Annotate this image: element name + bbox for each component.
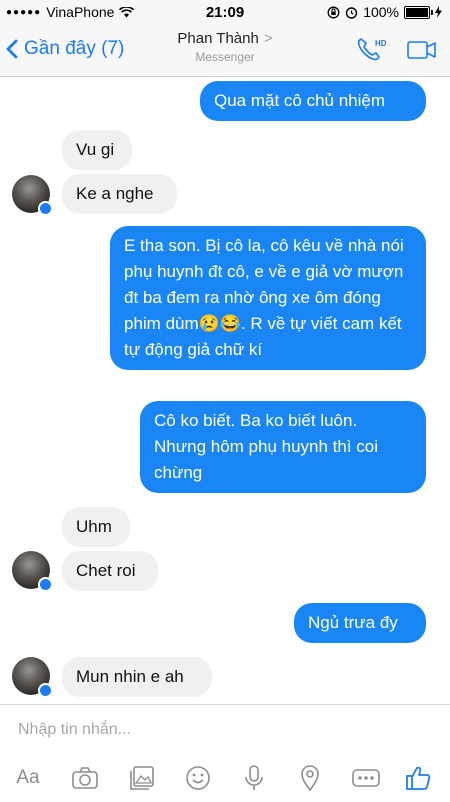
composer: Nhập tin nhắn... Aa <box>0 704 450 802</box>
like-icon[interactable] <box>402 763 434 793</box>
message-bubble-incoming[interactable]: Chet roi <box>62 551 158 591</box>
message-bubble-outgoing[interactable]: Ngủ trưa đy <box>294 603 426 643</box>
location-icon[interactable] <box>294 763 326 793</box>
sticker-icon[interactable] <box>182 763 214 793</box>
battery-icon <box>404 5 433 19</box>
chevron-right-icon: > <box>263 30 273 47</box>
contact-name: Phan Thành <box>177 30 259 47</box>
photo-icon[interactable] <box>126 763 158 793</box>
more-icon[interactable] <box>350 763 382 793</box>
composer-toolbar: Aa <box>0 759 450 799</box>
battery-percent: 100% <box>363 4 399 20</box>
message-input[interactable]: Nhập tin nhắn... <box>18 721 131 739</box>
message-bubble-incoming[interactable]: Mun nhin e ah <box>62 657 212 697</box>
message-bubble-incoming[interactable]: Vu gi <box>62 130 132 170</box>
message-bubble-outgoing[interactable]: E tha son. Bị cô la, cô kêu về nhà nói p… <box>110 226 426 370</box>
charging-icon <box>435 6 442 18</box>
conversation-header: Gần đây (7) Phan Thành > Messenger HD <box>0 24 450 77</box>
text-format-icon[interactable]: Aa <box>12 763 44 793</box>
message-bubble-incoming[interactable]: Ke a nghe <box>62 174 177 214</box>
messenger-badge-icon <box>38 201 53 216</box>
rotation-lock-icon <box>327 6 340 18</box>
camera-icon[interactable] <box>69 763 101 793</box>
message-list[interactable]: Qua mặt cô chủ nhiệm Vu gi Ke a nghe E t… <box>0 77 450 704</box>
message-bubble-outgoing[interactable]: Qua mặt cô chủ nhiệm <box>200 81 426 121</box>
alarm-icon <box>345 6 358 19</box>
messenger-badge-icon <box>38 577 53 592</box>
avatar[interactable] <box>12 551 53 592</box>
message-bubble-incoming[interactable]: Uhm <box>62 507 130 547</box>
battery-level <box>406 7 428 17</box>
video-call-icon[interactable] <box>406 36 438 64</box>
messenger-badge-icon <box>38 683 53 698</box>
hd-label: HD <box>375 39 386 48</box>
avatar[interactable] <box>12 657 53 698</box>
status-bar: ●●●●● VinaPhone 21:09 100% <box>0 0 450 24</box>
message-bubble-outgoing[interactable]: Cô ko biết. Ba ko biết luôn. Nhưng hôm p… <box>140 401 426 493</box>
phone-call-icon[interactable]: HD <box>356 36 386 64</box>
microphone-icon[interactable] <box>238 763 270 793</box>
avatar[interactable] <box>12 175 53 216</box>
